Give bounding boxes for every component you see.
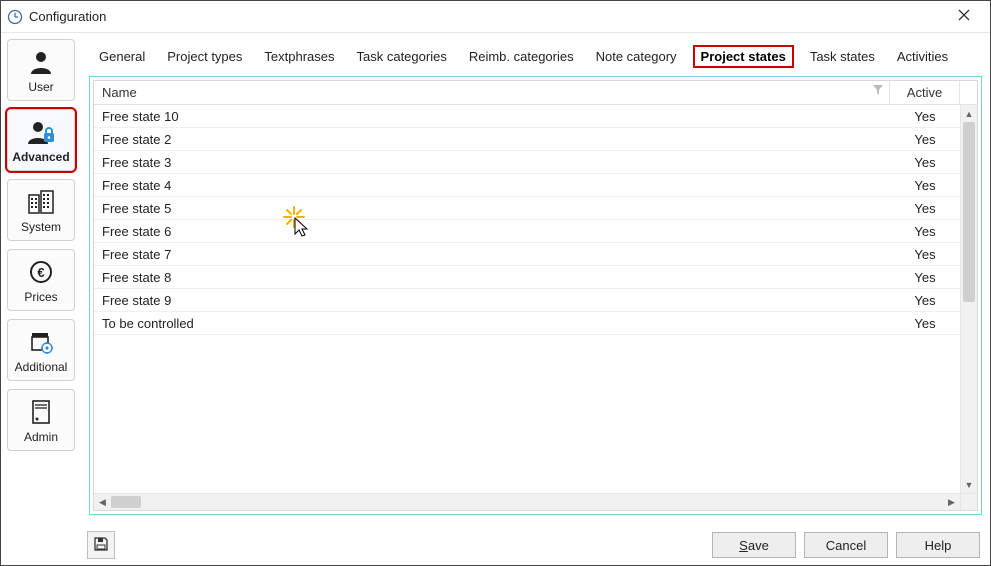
- sidebar-item-system[interactable]: System: [7, 179, 75, 241]
- cell-name: Free state 10: [94, 109, 890, 124]
- tab-bar: General Project types Textphrases Task c…: [89, 39, 982, 76]
- table-row[interactable]: Free state 4Yes: [94, 174, 960, 197]
- scroll-right-icon[interactable]: ▶: [943, 494, 960, 510]
- tab-activities[interactable]: Activities: [891, 47, 954, 66]
- cell-active: Yes: [890, 201, 960, 216]
- scroll-up-icon[interactable]: ▲: [961, 105, 977, 122]
- cell-name: Free state 8: [94, 270, 890, 285]
- cell-active: Yes: [890, 224, 960, 239]
- close-icon: [958, 8, 970, 26]
- sidebar-item-advanced[interactable]: Advanced: [7, 109, 75, 171]
- sidebar-item-additional[interactable]: Additional: [7, 319, 75, 381]
- column-header-name-label: Name: [102, 85, 137, 100]
- vscroll-thumb[interactable]: [963, 122, 975, 302]
- table-row[interactable]: Free state 10Yes: [94, 105, 960, 128]
- table-row[interactable]: Free state 9Yes: [94, 289, 960, 312]
- cell-name: Free state 7: [94, 247, 890, 262]
- save-to-disk-button[interactable]: [87, 531, 115, 559]
- cell-active: Yes: [890, 247, 960, 262]
- help-button-label: Help: [925, 538, 952, 553]
- cell-active: Yes: [890, 109, 960, 124]
- sidebar-item-label: User: [28, 80, 53, 94]
- sidebar-item-admin[interactable]: Admin: [7, 389, 75, 451]
- close-button[interactable]: [944, 3, 984, 31]
- tab-project-types[interactable]: Project types: [161, 47, 248, 66]
- cell-name: Free state 2: [94, 132, 890, 147]
- table-row[interactable]: Free state 5Yes: [94, 197, 960, 220]
- buildings-icon: [25, 188, 57, 216]
- sidebar-item-user[interactable]: User: [7, 39, 75, 101]
- scroll-down-icon[interactable]: ▼: [961, 476, 977, 493]
- table-row[interactable]: Free state 3Yes: [94, 151, 960, 174]
- cell-name: Free state 3: [94, 155, 890, 170]
- cell-active: Yes: [890, 293, 960, 308]
- cell-name: To be controlled: [94, 316, 890, 331]
- scroll-left-icon[interactable]: ◀: [94, 494, 111, 510]
- sidebar-item-label: Prices: [24, 290, 57, 304]
- tab-task-states[interactable]: Task states: [804, 47, 881, 66]
- horizontal-scrollbar[interactable]: ◀ ▶: [94, 493, 977, 510]
- tab-note-category[interactable]: Note category: [590, 47, 683, 66]
- sidebar-item-label: Advanced: [12, 150, 69, 164]
- tab-reimb-categories[interactable]: Reimb. categories: [463, 47, 580, 66]
- cell-active: Yes: [890, 155, 960, 170]
- sidebar-item-label: Additional: [15, 360, 68, 374]
- tab-textphrases[interactable]: Textphrases: [258, 47, 340, 66]
- column-header-active-label: Active: [907, 85, 942, 100]
- cell-name: Free state 9: [94, 293, 890, 308]
- grid-header: Name Active: [94, 81, 977, 105]
- server-icon: [25, 398, 57, 426]
- cell-name: Free state 6: [94, 224, 890, 239]
- tab-general[interactable]: General: [93, 47, 151, 66]
- tab-task-categories[interactable]: Task categories: [351, 47, 453, 66]
- hscroll-thumb[interactable]: [111, 496, 141, 508]
- clock-icon: [7, 9, 23, 25]
- filter-icon[interactable]: [873, 85, 883, 98]
- grid: Name Active Free state 10YesFree state 2…: [93, 80, 978, 511]
- table-row[interactable]: Free state 8Yes: [94, 266, 960, 289]
- user-lock-icon: [25, 118, 57, 146]
- column-header-name[interactable]: Name: [94, 81, 890, 104]
- help-button[interactable]: Help: [896, 532, 980, 558]
- vertical-scrollbar[interactable]: ▲ ▼: [960, 105, 977, 493]
- titlebar: Configuration: [1, 1, 990, 33]
- table-row[interactable]: Free state 2Yes: [94, 128, 960, 151]
- vscroll-track[interactable]: [961, 122, 977, 476]
- footer: Save Cancel Help: [1, 525, 990, 565]
- sidebar-item-label: System: [21, 220, 61, 234]
- cell-name: Free state 4: [94, 178, 890, 193]
- cancel-button-label: Cancel: [826, 538, 866, 553]
- cancel-button[interactable]: Cancel: [804, 532, 888, 558]
- save-button-label: Save: [739, 538, 769, 553]
- sidebar-item-label: Admin: [24, 430, 58, 444]
- cell-name: Free state 5: [94, 201, 890, 216]
- cell-active: Yes: [890, 178, 960, 193]
- grid-rows: Free state 10YesFree state 2YesFree stat…: [94, 105, 960, 493]
- cell-active: Yes: [890, 270, 960, 285]
- box-gear-icon: [25, 328, 57, 356]
- grid-body: Free state 10YesFree state 2YesFree stat…: [94, 105, 977, 493]
- window: Configuration User: [0, 0, 991, 566]
- cell-active: Yes: [890, 316, 960, 331]
- table-row[interactable]: Free state 6Yes: [94, 220, 960, 243]
- save-button[interactable]: Save: [712, 532, 796, 558]
- scroll-corner: [960, 494, 977, 510]
- table-row[interactable]: To be controlledYes: [94, 312, 960, 335]
- sidebar: User Advanced: [1, 33, 81, 525]
- window-title: Configuration: [29, 9, 106, 24]
- sidebar-item-prices[interactable]: € Prices: [7, 249, 75, 311]
- tab-project-states[interactable]: Project states: [693, 45, 794, 68]
- table-row[interactable]: Free state 7Yes: [94, 243, 960, 266]
- column-header-active[interactable]: Active: [890, 81, 960, 104]
- floppy-icon: [93, 536, 109, 555]
- main-panel: General Project types Textphrases Task c…: [81, 33, 990, 525]
- content-border: Name Active Free state 10YesFree state 2…: [89, 76, 982, 515]
- cell-active: Yes: [890, 132, 960, 147]
- body: User Advanced: [1, 33, 990, 525]
- hscroll-track[interactable]: [111, 494, 943, 510]
- euro-icon: €: [25, 258, 57, 286]
- user-icon: [25, 48, 57, 76]
- svg-text:€: €: [37, 265, 44, 280]
